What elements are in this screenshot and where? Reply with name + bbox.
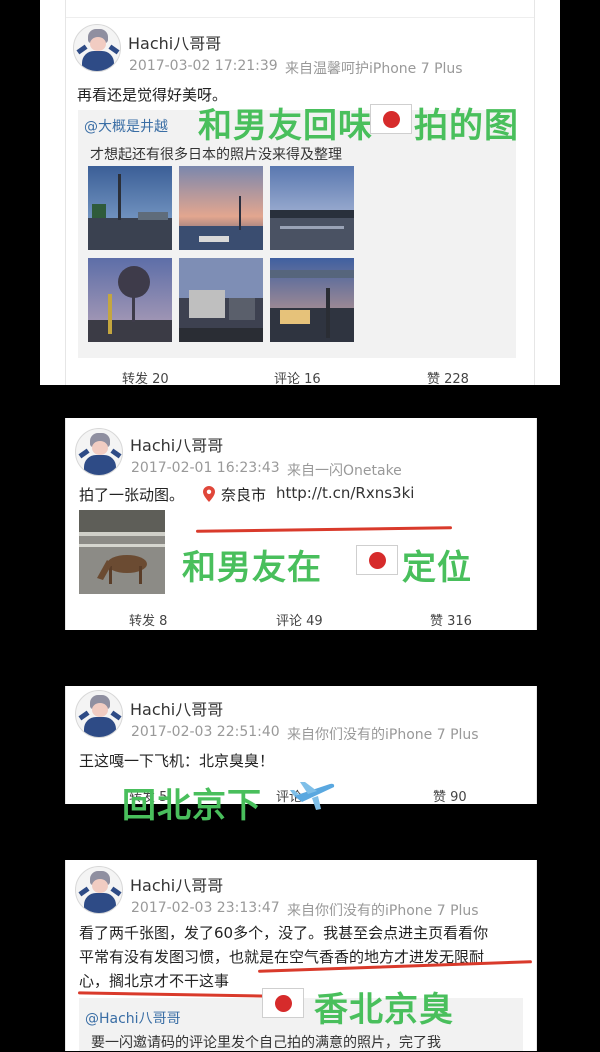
photo-thumbnail-3[interactable] — [270, 166, 354, 250]
avatar[interactable] — [75, 428, 123, 476]
annotation-2: 和男友在 — [182, 548, 322, 588]
japan-flag-icon — [262, 988, 304, 1018]
post-text: 王这嘎一下飞机：北京臭臭！ — [79, 752, 275, 770]
avatar[interactable] — [73, 24, 121, 72]
short-link[interactable]: http://t.cn/Rxns3ki — [276, 484, 414, 502]
japan-flag-icon — [356, 545, 398, 575]
post-panel-1: Hachi八哥哥 2017-03-02 17:21:39 来自温馨呵护iPhon… — [40, 0, 560, 385]
photo-thumbnail-5[interactable] — [179, 258, 263, 342]
post-panel-2: Hachi八哥哥 2017-02-01 16:23:43 来自一闪Onetake… — [65, 418, 537, 630]
deer-photo-thumbnail[interactable] — [79, 510, 165, 594]
photo-thumbnail-2[interactable] — [179, 166, 263, 250]
post-time[interactable]: 2017-02-03 22:51:40 — [131, 724, 280, 740]
post-action-bar: 转发 8 评论 49 赞 316 — [65, 604, 537, 634]
like-button[interactable]: 赞 90 — [433, 786, 467, 805]
avatar[interactable] — [75, 690, 123, 738]
photo-thumbnail-4[interactable] — [88, 258, 172, 342]
airplane-icon — [290, 782, 335, 810]
comment-button[interactable]: 评论 49 — [276, 610, 323, 629]
post-time[interactable]: 2017-02-01 16:23:43 — [131, 460, 280, 476]
post-source: 来自一闪Onetake — [287, 463, 402, 479]
quoted-user-link[interactable]: @大概是井越 — [84, 116, 168, 136]
like-button[interactable]: 赞 316 — [430, 610, 472, 629]
photo-thumbnail-1[interactable] — [88, 166, 172, 250]
post-source: 来自温馨呵护iPhone 7 Plus — [285, 61, 463, 77]
location-link[interactable]: 奈良市 — [221, 484, 266, 505]
post-source: 来自你们没有的iPhone 7 Plus — [287, 903, 479, 919]
repost-button[interactable]: 转发 8 — [129, 610, 167, 629]
quoted-text: 要一闪邀请码的评论里发个自己拍的满意的照片，完了我 — [91, 1035, 441, 1051]
username[interactable]: Hachi八哥哥 — [130, 872, 223, 896]
quoted-user-link[interactable]: @Hachi八哥哥 — [85, 1008, 181, 1028]
post-action-bar: 转发 20 评论 16 赞 228 — [40, 362, 560, 385]
repost-quote-box[interactable]: @大概是井越 才想起还有很多日本的照片没来得及整理 — [78, 110, 516, 358]
repost-button[interactable]: 转发 20 — [122, 368, 169, 385]
post-text-line-3: 心，搁北京才不干这事 — [79, 972, 230, 990]
post-time[interactable]: 2017-02-03 23:13:47 — [131, 900, 280, 916]
post-time[interactable]: 2017-03-02 17:21:39 — [129, 58, 278, 74]
previous-post-footer — [66, 0, 534, 18]
photo-thumbnail-6[interactable] — [270, 258, 354, 342]
post-source: 来自你们没有的iPhone 7 Plus — [287, 727, 479, 743]
username[interactable]: Hachi八哥哥 — [130, 696, 223, 720]
screenshot-collage: Hachi八哥哥 2017-03-02 17:21:39 来自温馨呵护iPhon… — [0, 0, 600, 1051]
comment-button[interactable]: 评论 16 — [274, 368, 321, 385]
quoted-text: 才想起还有很多日本的照片没来得及整理 — [90, 147, 342, 163]
annotation-4: 香北京臭 — [314, 990, 454, 1030]
annotation-1-tail: 拍的图 — [414, 106, 519, 146]
post-text: 拍了一张动图。 — [79, 486, 185, 504]
annotation-3: 回北京下 — [122, 786, 262, 826]
annotation-2-tail: 定位 — [402, 548, 472, 588]
username[interactable]: Hachi八哥哥 — [130, 432, 223, 456]
annotation-1: 和男友回味 — [198, 106, 373, 146]
username[interactable]: Hachi八哥哥 — [128, 30, 221, 54]
avatar[interactable] — [75, 866, 123, 914]
post-text-line-1: 看了两千张图，发了60多个，没了。我甚至会点进主页看看你 — [79, 924, 489, 942]
post-panel-4: Hachi八哥哥 2017-02-03 23:13:47 来自你们没有的iPho… — [65, 860, 537, 1051]
japan-flag-icon — [370, 104, 412, 134]
location-pin-icon — [203, 486, 215, 502]
like-button[interactable]: 赞 228 — [427, 368, 469, 385]
